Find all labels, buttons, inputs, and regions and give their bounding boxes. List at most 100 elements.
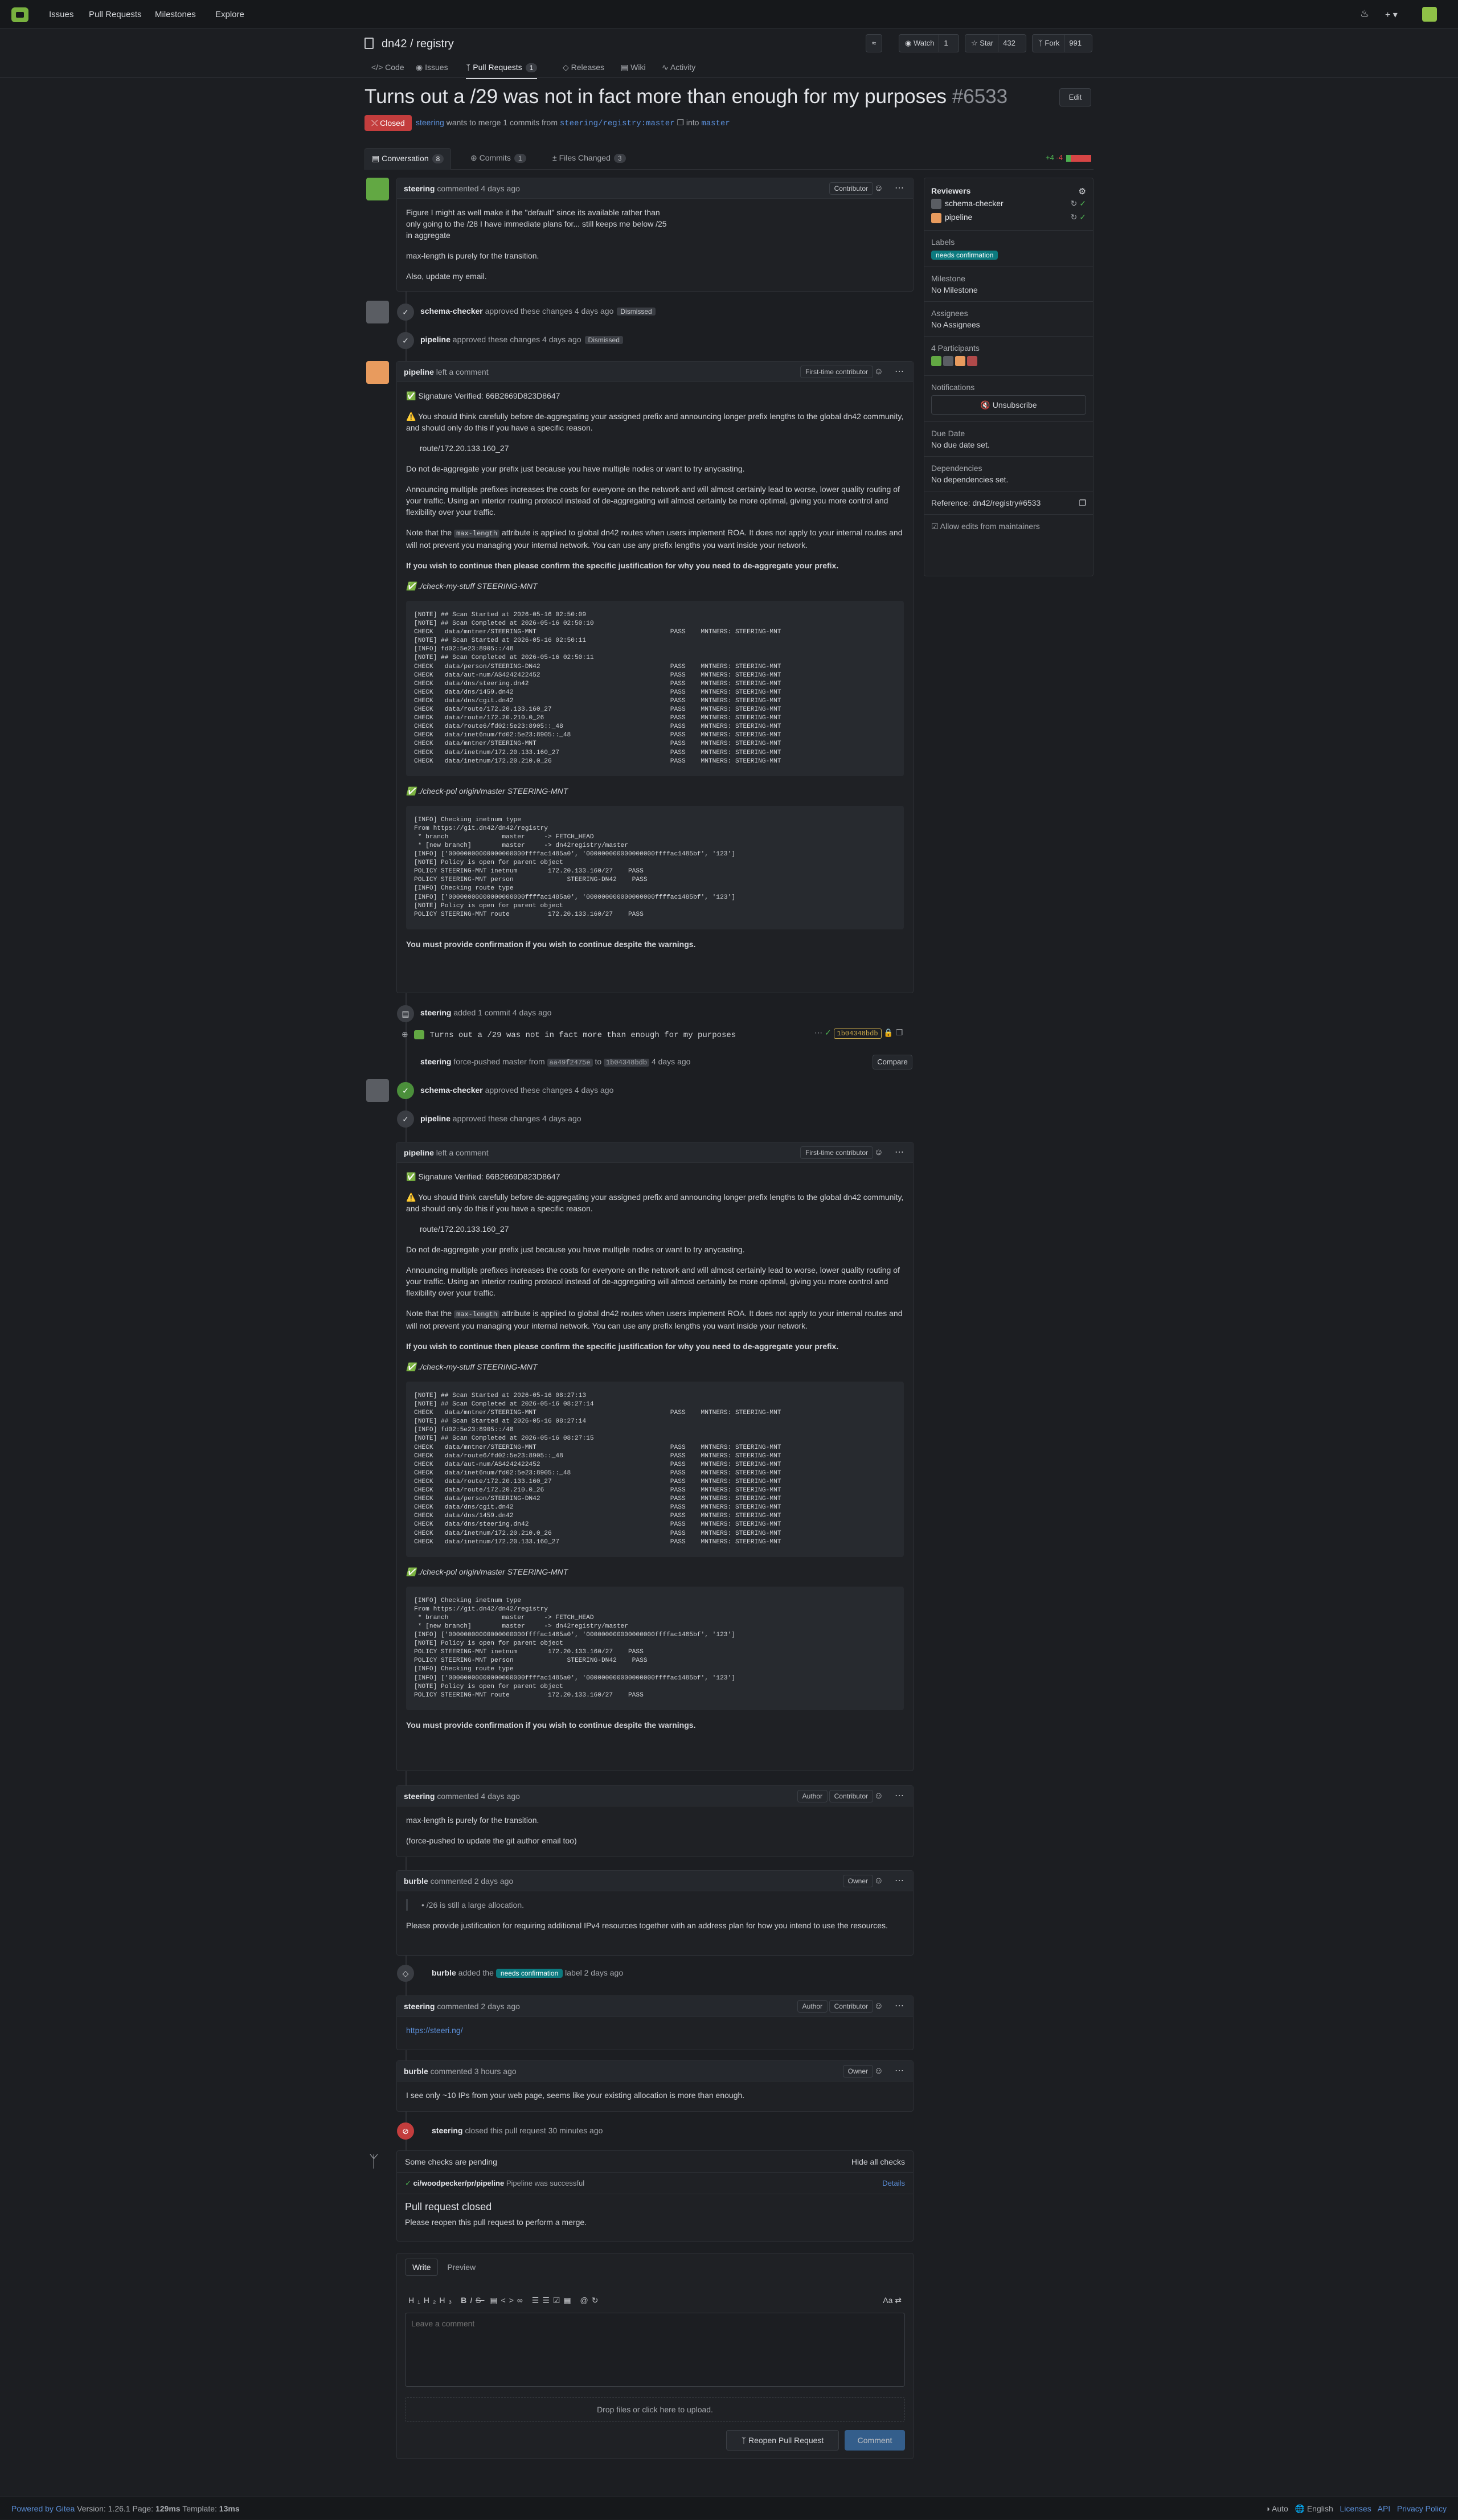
comment-author[interactable]: steering — [404, 184, 435, 193]
pr-author-link[interactable]: steering — [416, 118, 444, 127]
edit-title-button[interactable]: Edit — [1059, 88, 1091, 106]
check-icon: ✓ — [397, 1111, 414, 1128]
closed-pr-icon: ⊘ — [397, 2122, 414, 2140]
avatar-schema-checker[interactable] — [366, 301, 389, 323]
details-link[interactable]: Details — [882, 2173, 905, 2194]
commit-icon: ⊕ — [470, 153, 480, 162]
diff-stats: +4 -4 — [1046, 153, 1092, 162]
more-icon[interactable]: ⋯ — [895, 362, 904, 382]
allow-edits-checkbox[interactable]: ☑ Allow edits from maintainers — [931, 522, 1086, 531]
comment-burble-1: burble commented 2 days ago Owner ☺ ⋯ • … — [396, 1870, 914, 1956]
reaction-icon[interactable]: ☺ — [874, 1996, 883, 2017]
comment-textarea[interactable] — [405, 2313, 905, 2387]
theme-icon: ◑ — [1265, 2504, 1270, 2513]
bell-icon[interactable]: ♨ — [1360, 8, 1369, 20]
comment-editor: Write Preview H₁H₂H₃ BIS ▤<>∞ ☰☰☑▦ @↻ Aa… — [396, 2253, 914, 2459]
reaction-icon[interactable]: ☺ — [874, 362, 883, 382]
reopen-icon: ᛉ — [741, 2436, 748, 2445]
comment-steering-2: steering commented 4 days ago Author Con… — [396, 1785, 914, 1857]
tab-activity[interactable]: ∿ Activity — [662, 63, 695, 72]
editor-toolbar[interactable]: H₁H₂H₃ BIS ▤<>∞ ☰☰☑▦ @↻ — [408, 2296, 602, 2305]
user-avatar[interactable] — [1422, 7, 1437, 22]
copy-icon[interactable]: ❐ — [677, 118, 684, 127]
diff-icon: ± — [552, 153, 559, 162]
rerequest-icon[interactable]: ↻ ✓ — [1071, 199, 1086, 208]
merge-box: Some checks are pending Hide all checks … — [396, 2150, 914, 2242]
star-label: Star — [980, 39, 994, 47]
nav-pull-requests[interactable]: Pull Requests — [89, 10, 142, 19]
tab-releases[interactable]: ◇ Releases — [563, 63, 604, 72]
fork-icon: ᛉ — [1038, 39, 1045, 47]
book-icon: ▤ — [621, 63, 631, 72]
participants-avatars — [931, 355, 1086, 368]
issue-icon: ◉ — [416, 63, 425, 72]
more-icon[interactable]: ⋯ — [895, 178, 904, 199]
reaction-icon[interactable]: ☺ — [874, 1786, 883, 1806]
copy-icon[interactable]: ❐ — [1079, 498, 1086, 508]
gitea-logo-icon[interactable] — [11, 7, 28, 22]
tab-pull-requests[interactable]: ᛉ Pull Requests 1 — [466, 63, 538, 79]
pulse-icon: ∿ — [662, 63, 670, 72]
fork-button[interactable]: ᛉ Fork 991 — [1032, 34, 1093, 52]
watch-button[interactable]: ◉ Watch 1 — [899, 34, 959, 52]
avatar — [931, 212, 941, 223]
pr-number: #6533 — [952, 85, 1008, 108]
comment-button[interactable]: Comment — [845, 2430, 905, 2451]
closed-pr-icon: ⤬ — [371, 118, 380, 128]
commit-avatar — [413, 1030, 424, 1040]
nav-explore[interactable]: Explore — [215, 10, 244, 19]
commit-dot-icon: ⊕ — [402, 1030, 408, 1039]
lock-icon: 🔒 — [883, 1028, 894, 1037]
tag-icon: ◇ — [397, 1965, 414, 1982]
check-icon: ✓ — [405, 2179, 411, 2187]
rss-icon[interactable]: ≈ — [866, 34, 883, 52]
hide-checks-button[interactable]: Hide all checks — [851, 2151, 905, 2173]
more-icon[interactable]: ⋯ — [895, 1996, 904, 2017]
avatar-steering[interactable] — [366, 178, 389, 200]
gear-icon[interactable]: ⚙ — [1079, 186, 1086, 196]
more-icon[interactable]: ⋯ — [895, 2061, 904, 2081]
tab-wiki[interactable]: ▤ Wiki — [621, 63, 646, 72]
repo-title[interactable]: dn42 / registry — [382, 38, 454, 51]
tab-preview[interactable]: Preview — [440, 2259, 482, 2275]
rerequest-icon[interactable]: ↻ ✓ — [1071, 212, 1086, 222]
reaction-icon[interactable]: ☺ — [874, 1142, 883, 1163]
diff-bar — [1066, 154, 1092, 162]
reaction-icon[interactable]: ☺ — [874, 1871, 883, 1891]
event-force-push: steering force-pushed master from aa49f2… — [420, 1057, 691, 1067]
tab-conversation[interactable]: ▤ Conversation 8 — [364, 148, 452, 170]
tab-commits[interactable]: ⊕ Commits 1 — [470, 153, 526, 163]
compare-button[interactable]: Compare — [873, 1055, 912, 1070]
website-link[interactable]: https://steeri.ng/ — [406, 2026, 463, 2035]
commit-sha[interactable]: 1b04348bdb — [833, 1029, 882, 1039]
nav-milestones[interactable]: Milestones — [155, 10, 196, 19]
commit-message[interactable]: Turns out a /29 was not in fact more tha… — [430, 1031, 736, 1040]
fork-label: Fork — [1045, 39, 1060, 47]
tab-write[interactable]: Write — [405, 2259, 439, 2276]
source-branch[interactable]: steering/registry:master — [560, 119, 675, 128]
create-menu[interactable]: + ▾ — [1385, 9, 1398, 21]
merge-icon: ᛉ — [369, 2153, 379, 2170]
tab-files-changed[interactable]: ± Files Changed 3 — [552, 153, 626, 163]
reaction-icon[interactable]: ☺ — [874, 2061, 883, 2081]
unsubscribe-button[interactable]: 🔇 Unsubscribe — [931, 395, 1086, 415]
avatar — [931, 199, 941, 210]
nav-issues[interactable]: Issues — [49, 10, 73, 19]
label-badge[interactable]: needs confirmation — [931, 250, 998, 260]
upload-dropzone[interactable]: Drop files or click here to upload. — [405, 2397, 905, 2422]
avatar-pipeline[interactable] — [366, 361, 389, 384]
more-icon[interactable]: ⋯ — [895, 1142, 904, 1163]
star-button[interactable]: ☆ Star 432 — [965, 34, 1026, 52]
more-icon[interactable]: ⋯ — [895, 1871, 904, 1891]
tab-issues[interactable]: ◉ Issues — [416, 63, 448, 72]
comment-pipeline-1: pipeline left a comment First-time contr… — [396, 361, 914, 993]
target-branch[interactable]: master — [701, 119, 730, 128]
reopen-button[interactable]: ᛉ Reopen Pull Request — [726, 2430, 839, 2451]
editor-options[interactable]: Aa ⇄ — [883, 2296, 902, 2305]
status-ok-icon: ✓ — [824, 1028, 832, 1037]
repo-push-icon: ▤ — [397, 1005, 414, 1022]
tab-code[interactable]: </> Code — [371, 63, 404, 72]
avatar-schema-checker[interactable] — [366, 1079, 389, 1102]
more-icon[interactable]: ⋯ — [895, 1786, 904, 1806]
reaction-icon[interactable]: ☺ — [874, 178, 883, 199]
